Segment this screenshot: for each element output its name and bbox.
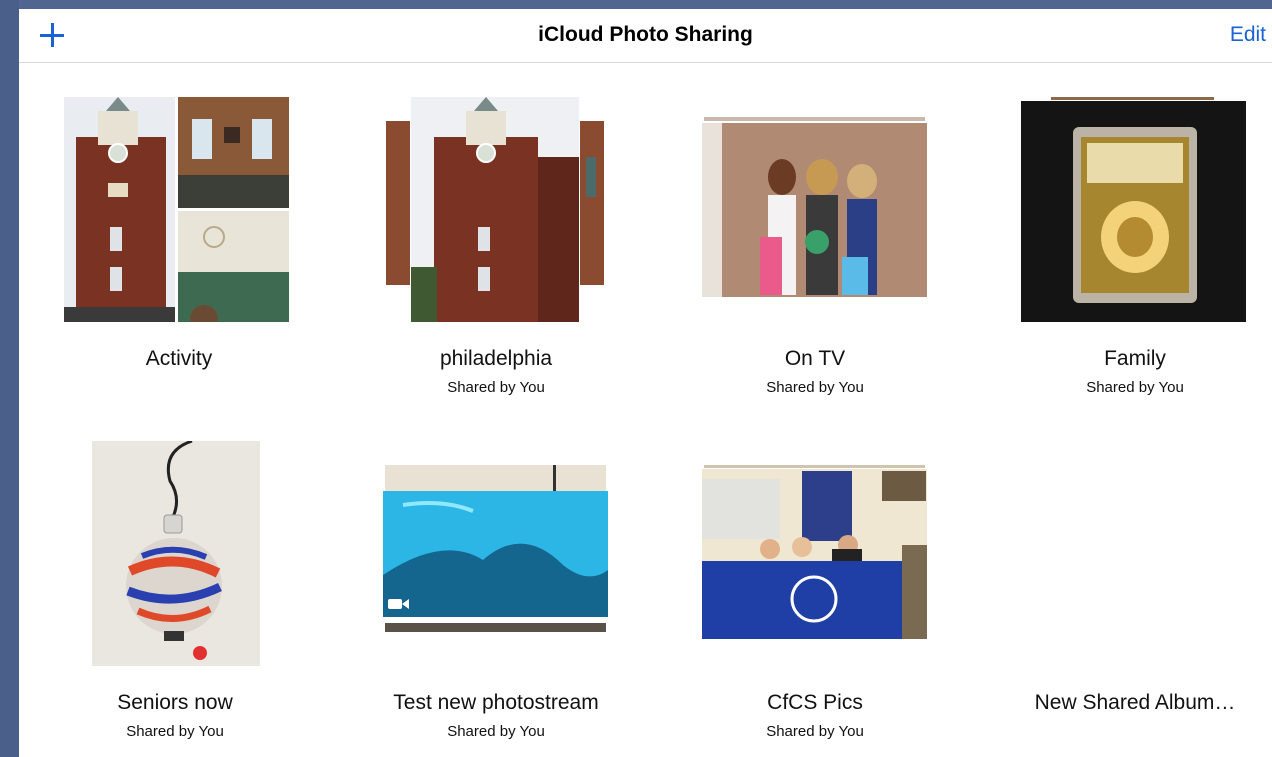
photo-sharing-screen: iCloud Photo Sharing Edit Activity phila… — [19, 9, 1272, 757]
album-subtitle: Shared by You — [126, 723, 224, 740]
gold-card-photo — [1021, 97, 1246, 322]
clock-tower-photo — [64, 97, 289, 333]
album-on-tv[interactable]: On TV Shared by You — [685, 97, 945, 397]
album-thumbnail-stack — [702, 117, 927, 297]
album-title: CfCS Pics — [767, 691, 863, 714]
edit-button[interactable]: Edit — [1230, 23, 1266, 47]
album-title: philadelphia — [439, 347, 553, 370]
album-subtitle: Shared by You — [1086, 379, 1184, 396]
device-frame-left — [0, 0, 19, 757]
underwater-video-thumbnail — [383, 465, 608, 632]
device-frame-top — [0, 0, 1272, 9]
album-thumbnail-collage — [64, 97, 289, 333]
album-title: Seniors now — [117, 691, 233, 714]
album-title: Family — [1104, 347, 1166, 370]
album-thumbnail-stack — [1021, 97, 1246, 322]
album-family[interactable]: Family Shared by You — [1005, 97, 1265, 397]
meeting-photo — [702, 465, 927, 639]
album-philadelphia[interactable]: philadelphia Shared by You — [366, 97, 626, 397]
album-cfcs-pics[interactable]: CfCS Pics Shared by You — [685, 441, 945, 741]
album-activity[interactable]: Activity — [49, 97, 309, 387]
album-thumbnail-stack — [383, 465, 608, 640]
glass-ornament-photo — [92, 439, 260, 666]
page-title: iCloud Photo Sharing — [538, 23, 753, 46]
navigation-bar: iCloud Photo Sharing Edit — [19, 9, 1272, 63]
album-test-new-photostream[interactable]: Test new photostream Shared by You — [366, 441, 626, 741]
album-subtitle: Shared by You — [447, 379, 545, 396]
album-thumbnail-stack — [702, 465, 927, 639]
album-title: Test new photostream — [393, 691, 599, 714]
album-subtitle: Shared by You — [447, 723, 545, 740]
album-title: Activity — [145, 347, 213, 370]
clock-tower-photo — [386, 97, 604, 322]
album-title: On TV — [784, 347, 846, 370]
album-seniors-now[interactable]: Seniors now Shared by You — [45, 439, 305, 741]
album-subtitle: Shared by You — [766, 379, 864, 396]
album-subtitle: Shared by You — [766, 723, 864, 740]
family-photo — [702, 117, 927, 297]
album-title: New Shared Album… — [1034, 691, 1236, 714]
album-thumbnail-stack — [92, 439, 260, 666]
album-thumbnail-stack — [386, 97, 611, 322]
new-shared-album[interactable]: New Shared Album… — [1005, 441, 1265, 741]
